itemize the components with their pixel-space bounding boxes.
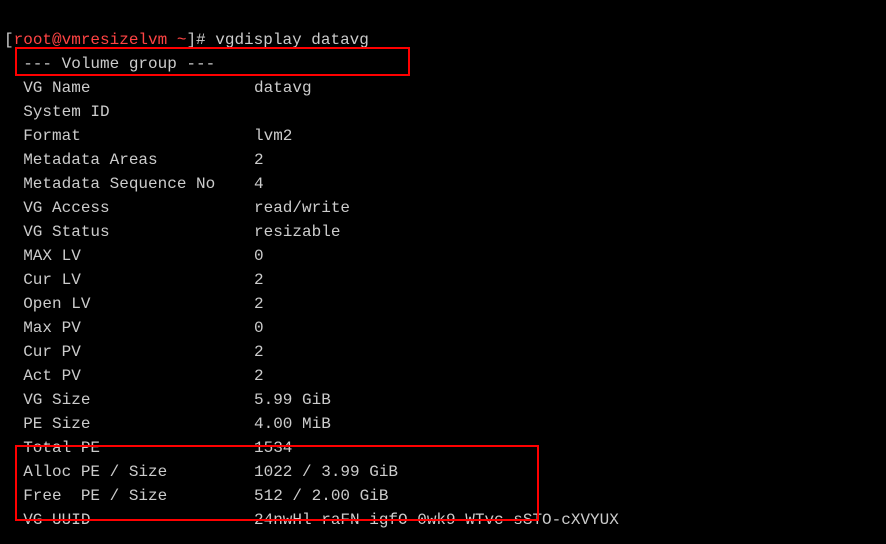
prompt-bracket-close: ]# xyxy=(186,31,215,49)
system-id-row: System ID xyxy=(4,103,254,121)
section-header: --- Volume group --- xyxy=(4,55,215,73)
metadata-areas-row: Metadata Areas2 xyxy=(4,151,264,169)
vg-name-row: VG Namedatavg xyxy=(4,79,312,97)
command-text[interactable]: vgdisplay datavg xyxy=(215,31,369,49)
open-lv-row: Open LV2 xyxy=(4,295,264,313)
vg-uuid-row: VG UUID24nwHl-raFN-igfO-0wk9-WTvc-sSTO-c… xyxy=(4,511,619,529)
vg-access-row: VG Accessread/write xyxy=(4,199,350,217)
act-pv-row: Act PV2 xyxy=(4,367,264,385)
cur-pv-row: Cur PV2 xyxy=(4,343,264,361)
max-lv-row: MAX LV0 xyxy=(4,247,264,265)
vg-status-row: VG Statusresizable xyxy=(4,223,340,241)
prompt-user-host: root@vmresizelvm ~ xyxy=(14,31,187,49)
terminal-output: [root@vmresizelvm ~]# vgdisplay datavg -… xyxy=(4,4,882,532)
max-pv-row: Max PV0 xyxy=(4,319,264,337)
free-pe-row: Free PE / Size512 / 2.00 GiB xyxy=(4,487,388,505)
prompt-bracket-open: [ xyxy=(4,31,14,49)
pe-size-row: PE Size4.00 MiB xyxy=(4,415,331,433)
total-pe-row: Total PE1534 xyxy=(4,439,292,457)
cur-lv-row: Cur LV2 xyxy=(4,271,264,289)
vg-size-row: VG Size5.99 GiB xyxy=(4,391,331,409)
format-row: Formatlvm2 xyxy=(4,127,292,145)
metadata-seq-row: Metadata Sequence No4 xyxy=(4,175,264,193)
alloc-pe-row: Alloc PE / Size1022 / 3.99 GiB xyxy=(4,463,398,481)
